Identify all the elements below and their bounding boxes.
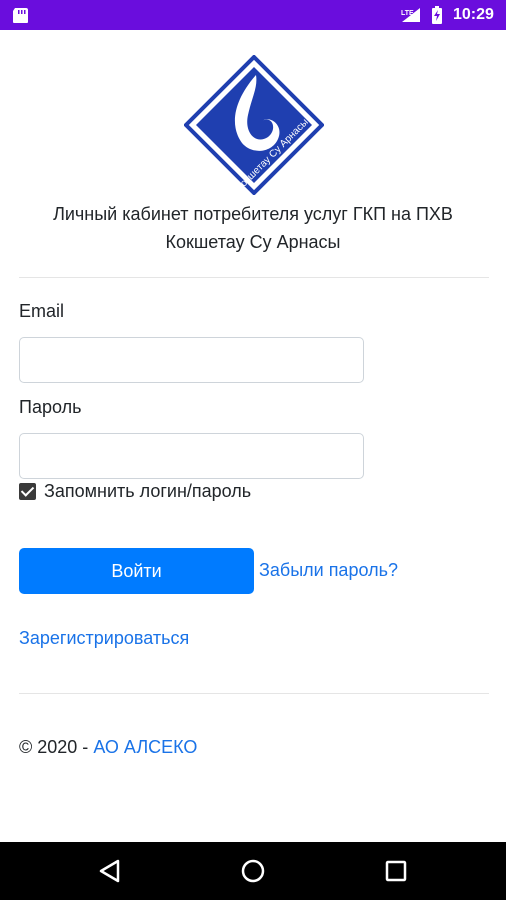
status-bar: LTE 10:29 [0, 0, 506, 30]
page-title-line2: Кокшетау Су Арнасы [165, 232, 341, 252]
company-link[interactable]: АО АЛСЕКО [93, 737, 197, 757]
navigation-bar [0, 842, 506, 900]
divider-bottom [19, 693, 489, 694]
email-field[interactable] [19, 337, 364, 383]
lte-signal-icon: LTE [401, 8, 420, 22]
home-icon[interactable] [238, 856, 268, 886]
clock: 10:29 [453, 6, 494, 23]
forgot-password-link[interactable]: Забыли пароль? [259, 560, 398, 581]
divider-top [19, 277, 489, 278]
logo: Кокшетау Су Арнасы [184, 55, 324, 195]
remember-checkbox[interactable] [19, 483, 36, 500]
login-button[interactable]: Войти [19, 548, 254, 594]
remember-label: Запомнить логин/пароль [44, 481, 252, 501]
remember-me[interactable]: Запомнить логин/пароль [19, 481, 251, 502]
svg-text:LTE: LTE [401, 10, 414, 17]
register-link[interactable]: Зарегистрироваться [19, 628, 189, 649]
password-field[interactable] [19, 433, 364, 479]
battery-icon [432, 6, 442, 24]
email-label: Email [19, 301, 65, 321]
recents-icon[interactable] [381, 856, 411, 886]
footer: © 2020 - АО АЛСЕКО [19, 737, 197, 758]
notification-icon [13, 8, 28, 23]
page-title: Личный кабинет потребителя услуг ГКП на … [0, 200, 506, 256]
page-title-line1: Личный кабинет потребителя услуг ГКП на … [53, 204, 453, 224]
back-icon[interactable] [96, 856, 126, 886]
copyright-text: © 2020 - [19, 737, 94, 757]
password-label: Пароль [19, 397, 82, 417]
